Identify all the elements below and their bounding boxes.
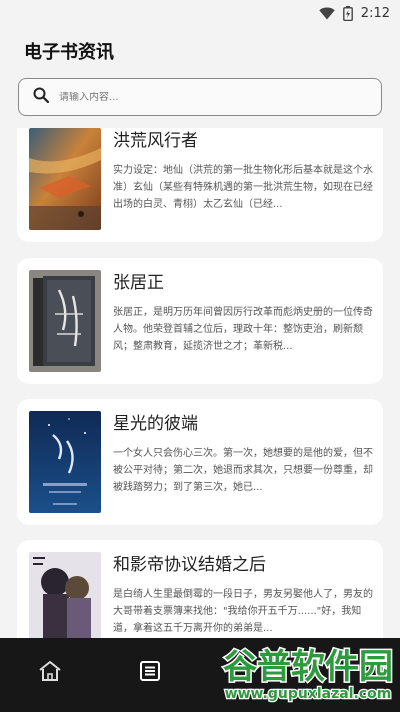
book-description: 实力设定：地仙（洪荒的第一批生物化形后基本就是这个水准）玄仙（某些有特殊机遇的第… xyxy=(113,165,373,210)
search-icon[interactable] xyxy=(33,87,50,107)
search-bar[interactable] xyxy=(18,78,382,116)
book-cover-image[interactable] xyxy=(29,411,101,513)
book-title: 洪荒风行者 xyxy=(113,131,198,151)
battery-icon xyxy=(342,5,353,21)
book-card[interactable]: 和影帝协议结婚之后 是白绮人生里最倒霉的一段日子，男友另娶他人了，男友的大哥带着… xyxy=(17,540,383,638)
book-description: 一个女人只会伤心三次。第一次，她想要的是他的爱，但不被公平对待；第二次，她退而求… xyxy=(113,448,373,493)
status-bar: 2:12 xyxy=(0,0,400,26)
book-card[interactable]: 洪荒风行者 实力设定：地仙（洪荒的第一批生物化形后基本就是这个水准）玄仙（某些有… xyxy=(17,128,383,242)
nav-list-button[interactable] xyxy=(133,656,167,690)
book-description: 张居正，是明万历年间曾因厉行改革而彪炳史册的一位传奇人物。他荣登首辅之位后，理政… xyxy=(113,307,373,352)
book-list[interactable]: 洪荒风行者 实力设定：地仙（洪荒的第一批生物化形后基本就是这个水准）玄仙（某些有… xyxy=(0,128,400,638)
watermark-url: www.gupuxlazal.com xyxy=(225,686,392,702)
book-cover-image[interactable] xyxy=(29,128,101,230)
app-header: 电子书资讯 xyxy=(0,26,400,76)
watermark: 谷普软件园 www.gupuxlazal.com xyxy=(218,640,398,710)
book-cover-image[interactable] xyxy=(29,270,101,372)
search-input[interactable] xyxy=(59,91,359,103)
book-description: 是白绮人生里最倒霉的一段日子，男友另娶他人了，男友的大哥带着支票簿来找他："我给… xyxy=(113,589,373,634)
book-card[interactable]: 星光的彼端 一个女人只会伤心三次。第一次，她想要的是他的爱，但不被公平对待；第二… xyxy=(17,399,383,525)
book-title: 张居正 xyxy=(113,273,164,293)
page-title: 电子书资讯 xyxy=(24,42,114,63)
book-title: 星光的彼端 xyxy=(113,414,198,434)
book-title: 和影帝协议结婚之后 xyxy=(113,555,266,575)
list-icon[interactable] xyxy=(139,660,161,686)
book-cover-image[interactable] xyxy=(29,552,101,638)
book-card[interactable]: 张居正 张居正，是明万历年间曾因厉行改革而彪炳史册的一位传奇人物。他荣登首辅之位… xyxy=(17,258,383,384)
watermark-text: 谷普软件园 xyxy=(223,647,393,687)
wifi-icon xyxy=(319,7,335,20)
status-time: 2:12 xyxy=(360,5,390,21)
nav-home-button[interactable] xyxy=(33,656,67,690)
home-icon[interactable] xyxy=(38,660,62,686)
